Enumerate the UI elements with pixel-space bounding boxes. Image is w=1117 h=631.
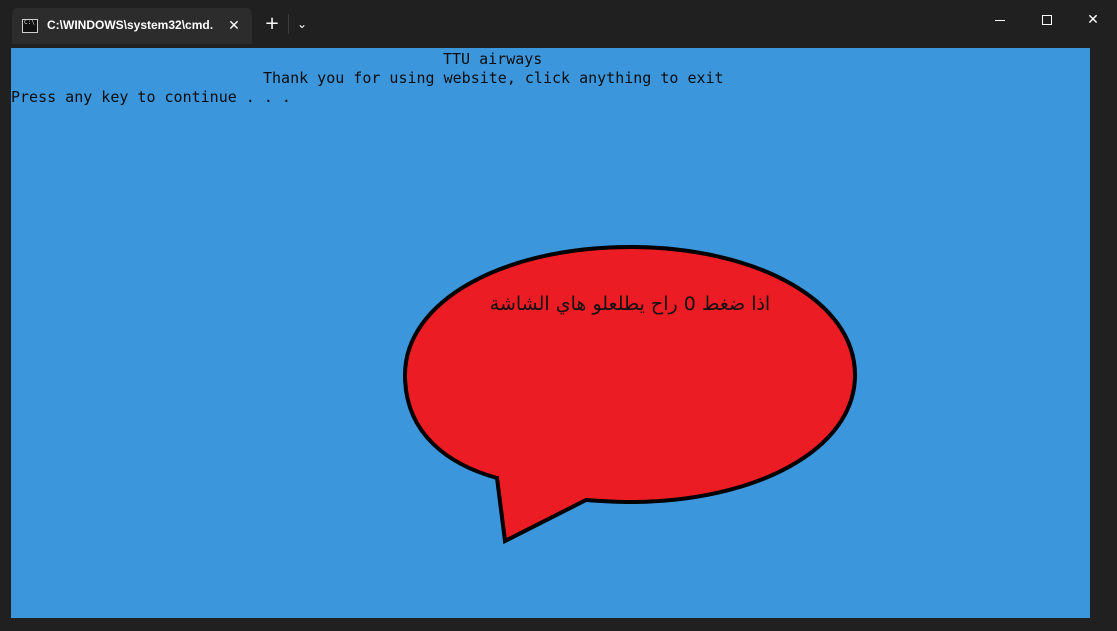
console-line-title: TTU airways	[443, 50, 543, 68]
tab-close-icon[interactable]: ✕	[224, 16, 244, 36]
new-tab-button[interactable]: +	[261, 13, 283, 35]
terminal-window: C:\WINDOWS\system32\cmd. ✕ + ⌄ ✕ TTU air…	[0, 0, 1117, 631]
minimize-icon	[995, 20, 1005, 21]
tab-cmd[interactable]: C:\WINDOWS\system32\cmd. ✕	[12, 8, 252, 44]
speech-bubble	[402, 244, 858, 545]
minimize-button[interactable]	[977, 0, 1023, 40]
maximize-icon	[1042, 15, 1052, 25]
cmd-icon	[22, 19, 38, 33]
close-button[interactable]: ✕	[1070, 0, 1116, 40]
console-line-thanks: Thank you for using website, click anyth…	[263, 69, 724, 87]
scrollbar[interactable]	[1090, 48, 1106, 618]
console-line-prompt: Press any key to continue . . .	[11, 88, 291, 106]
tab-divider	[288, 14, 289, 34]
maximize-button[interactable]	[1024, 0, 1070, 40]
speech-bubble-text: اذا ضغط 0 راح يطلعلو هاي الشاشة	[489, 293, 771, 315]
tab-title: C:\WINDOWS\system32\cmd.	[47, 18, 214, 32]
chevron-down-icon[interactable]: ⌄	[292, 13, 312, 35]
speech-bubble-shape	[402, 244, 858, 545]
title-bar: C:\WINDOWS\system32\cmd. ✕ + ⌄ ✕	[0, 0, 1117, 48]
